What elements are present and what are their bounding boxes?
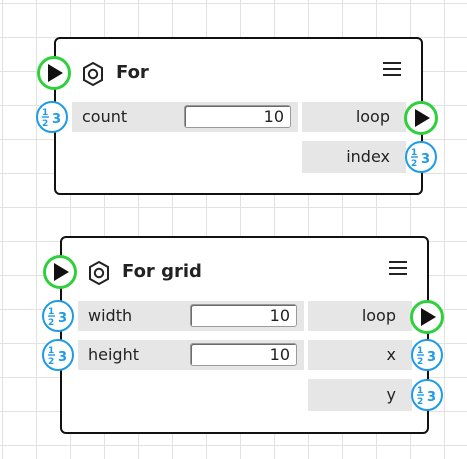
input-label: height [88,345,139,364]
x-number-port[interactable]: 1 2 3 [411,339,443,371]
loop-exec-out-port[interactable] [410,300,444,334]
svg-text:2: 2 [48,357,54,367]
index-number-port[interactable]: 1 2 3 [405,141,437,173]
width-number-port[interactable]: 1 2 3 [42,300,74,332]
loop-exec-out-port[interactable] [404,101,438,135]
height-number-port[interactable]: 1 2 3 [42,339,74,371]
svg-text:2: 2 [48,318,54,328]
play-triangle-icon [421,308,436,326]
input-label: width [88,306,133,325]
svg-text:3: 3 [421,152,430,167]
number-type-icon: 1 2 3 [417,346,436,367]
count-number-input[interactable]: 10 [184,105,291,128]
output-row-x: x [308,340,412,370]
node-title: For grid [122,261,202,282]
number-type-icon: 1 2 3 [417,386,436,407]
svg-text:3: 3 [58,350,67,365]
y-number-port[interactable]: 1 2 3 [411,379,443,411]
input-label: count [82,107,128,126]
play-triangle-icon [415,109,430,127]
hexagon-ring-icon [82,61,104,87]
hexagon-ring-icon [88,260,110,286]
play-triangle-icon [48,64,63,82]
exec-in-port[interactable] [37,56,71,90]
svg-text:3: 3 [427,350,436,365]
number-type-icon: 1 2 3 [411,148,430,169]
output-label: index [346,147,390,166]
hamburger-menu-icon[interactable] [389,261,407,275]
number-type-icon: 1 2 3 [42,108,61,129]
count-number-port[interactable]: 1 2 3 [36,101,68,133]
output-row-loop: loop [308,301,412,331]
svg-text:2: 2 [417,397,423,407]
svg-text:3: 3 [52,112,61,127]
output-row-index: index [302,141,406,173]
width-number-input[interactable]: 10 [190,304,297,327]
svg-text:2: 2 [411,159,417,169]
output-label: loop [361,306,396,325]
output-row-y: y [308,379,412,411]
output-label: x [386,345,396,364]
exec-in-port[interactable] [43,255,77,289]
height-number-input[interactable]: 10 [190,343,297,366]
svg-text:3: 3 [427,390,436,405]
number-type-icon: 1 2 3 [48,307,67,328]
hamburger-menu-icon[interactable] [383,62,401,76]
output-label: loop [355,107,390,126]
node-title: For [116,62,149,83]
number-type-icon: 1 2 3 [48,346,67,367]
svg-text:2: 2 [417,357,423,367]
svg-text:3: 3 [58,311,67,326]
output-label: y [386,385,396,404]
svg-text:2: 2 [42,119,48,129]
output-row-loop: loop [302,102,406,132]
play-triangle-icon [54,263,69,281]
